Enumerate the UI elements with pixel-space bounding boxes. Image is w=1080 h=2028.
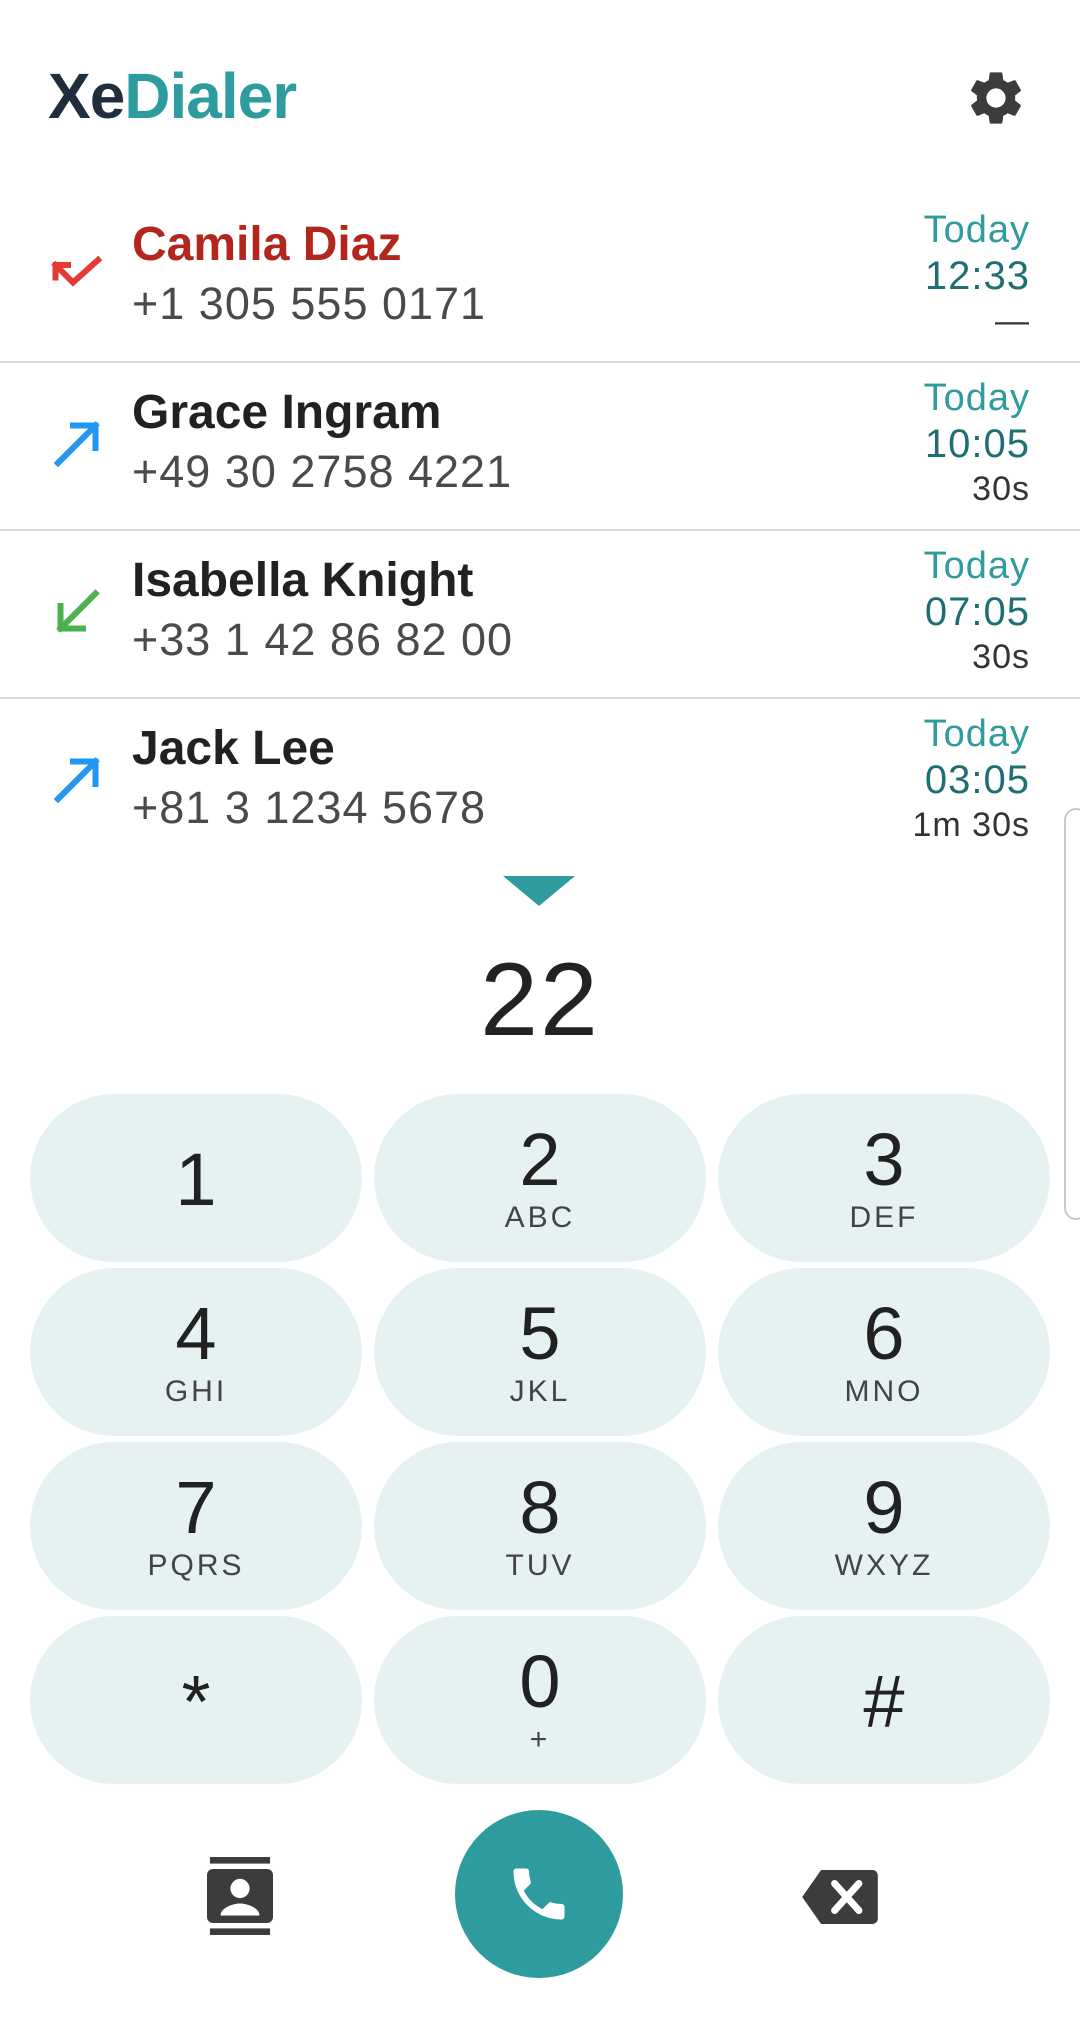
- app-title-part2: Dialer: [124, 60, 297, 132]
- contact-name: Camila Diaz: [132, 218, 402, 271]
- call-button[interactable]: [455, 1810, 623, 1978]
- key-digit: 1: [175, 1138, 217, 1221]
- outgoing-call-icon: [48, 749, 108, 809]
- key-hash[interactable]: #: [718, 1616, 1050, 1784]
- key-digit: 4: [175, 1292, 217, 1375]
- key-0[interactable]: 0 +: [374, 1616, 706, 1784]
- key-letters: PQRS: [147, 1549, 245, 1582]
- call-time: 07:05: [924, 590, 1030, 634]
- call-log-item[interactable]: Grace Ingram +49 30 2758 4221 Today 10:0…: [0, 363, 1080, 531]
- key-letters: +: [529, 1723, 551, 1756]
- key-2[interactable]: 2 ABC: [374, 1094, 706, 1262]
- key-digit: 3: [863, 1118, 905, 1201]
- call-duration: 1m 30s: [912, 806, 1030, 844]
- key-8[interactable]: 8 TUV: [374, 1442, 706, 1610]
- backspace-icon: [802, 1870, 878, 1924]
- key-digit: 2: [519, 1118, 561, 1201]
- phone-number: +81 3 1234 5678: [132, 782, 487, 833]
- phone-number: +1 305 555 0171: [132, 278, 487, 329]
- key-letters: WXYZ: [834, 1549, 934, 1582]
- key-letters: ABC: [504, 1201, 576, 1234]
- key-digit: 6: [863, 1292, 905, 1375]
- key-3[interactable]: 3 DEF: [718, 1094, 1050, 1262]
- phone-number: +33 1 42 86 82 00: [132, 614, 514, 665]
- key-digit: *: [181, 1660, 211, 1743]
- key-1[interactable]: 1: [30, 1094, 362, 1262]
- key-letters: MNO: [844, 1375, 924, 1408]
- app-title: XeDialer: [48, 56, 297, 136]
- call-log-item[interactable]: Isabella Knight +33 1 42 86 82 00 Today …: [0, 531, 1080, 699]
- call-date: Today: [923, 377, 1030, 419]
- outgoing-call-icon: [48, 413, 108, 473]
- app-title-part1: Xe: [48, 60, 125, 132]
- key-5[interactable]: 5 JKL: [374, 1268, 706, 1436]
- call-duration: 30s: [972, 470, 1030, 508]
- key-letters: JKL: [509, 1375, 571, 1408]
- call-log-list: Camila Diaz +1 305 555 0171 Today 12:33 …: [0, 195, 1080, 867]
- key-6[interactable]: 6 MNO: [718, 1268, 1050, 1436]
- settings-button[interactable]: [964, 66, 1028, 130]
- call-date: Today: [923, 545, 1030, 587]
- app-header: XeDialer: [0, 0, 1080, 195]
- incoming-call-icon: [48, 581, 108, 641]
- contact-name: Grace Ingram: [132, 386, 442, 439]
- call-time: 03:05: [924, 758, 1030, 802]
- key-letters: GHI: [164, 1375, 228, 1408]
- call-time: 10:05: [924, 422, 1030, 466]
- key-4[interactable]: 4 GHI: [30, 1268, 362, 1436]
- key-digit: 7: [175, 1466, 217, 1549]
- key-7[interactable]: 7 PQRS: [30, 1442, 362, 1610]
- call-log-item[interactable]: Camila Diaz +1 305 555 0171 Today 12:33 …: [0, 195, 1080, 363]
- contact-name: Isabella Knight: [132, 554, 474, 607]
- call-meta: Today 10:05 30s: [924, 375, 1030, 511]
- gear-icon: [971, 72, 1021, 124]
- key-digit: #: [863, 1660, 905, 1743]
- call-meta: Today 03:05 1m 30s: [913, 711, 1031, 847]
- key-star[interactable]: *: [30, 1616, 362, 1784]
- backspace-button[interactable]: [802, 1870, 878, 1924]
- missed-call-icon: [48, 245, 108, 305]
- call-meta: Today 12:33 —: [924, 207, 1030, 343]
- key-digit: 0: [519, 1640, 561, 1723]
- action-bar: [0, 1810, 1080, 1980]
- call-date: Today: [923, 209, 1030, 251]
- dial-input[interactable]: 22: [0, 940, 1080, 1060]
- key-letters: TUV: [505, 1549, 575, 1582]
- key-letters: DEF: [849, 1201, 919, 1234]
- call-duration: 30s: [972, 638, 1030, 676]
- key-digit: 9: [863, 1466, 905, 1549]
- call-log-item[interactable]: Jack Lee +81 3 1234 5678 Today 03:05 1m …: [0, 699, 1080, 867]
- triangle-down-icon[interactable]: [503, 876, 575, 906]
- call-duration: —: [995, 302, 1030, 340]
- call-meta: Today 07:05 30s: [924, 543, 1030, 679]
- phone-icon: [513, 1868, 565, 1920]
- call-date: Today: [923, 713, 1030, 755]
- key-digit: 5: [519, 1292, 561, 1375]
- contacts-icon: [207, 1857, 273, 1935]
- call-time: 12:33: [924, 254, 1030, 298]
- phone-number: +49 30 2758 4221: [132, 446, 513, 497]
- contacts-button[interactable]: [204, 1856, 276, 1936]
- key-9[interactable]: 9 WXYZ: [718, 1442, 1050, 1610]
- contact-name: Jack Lee: [132, 722, 335, 775]
- key-digit: 8: [519, 1466, 561, 1549]
